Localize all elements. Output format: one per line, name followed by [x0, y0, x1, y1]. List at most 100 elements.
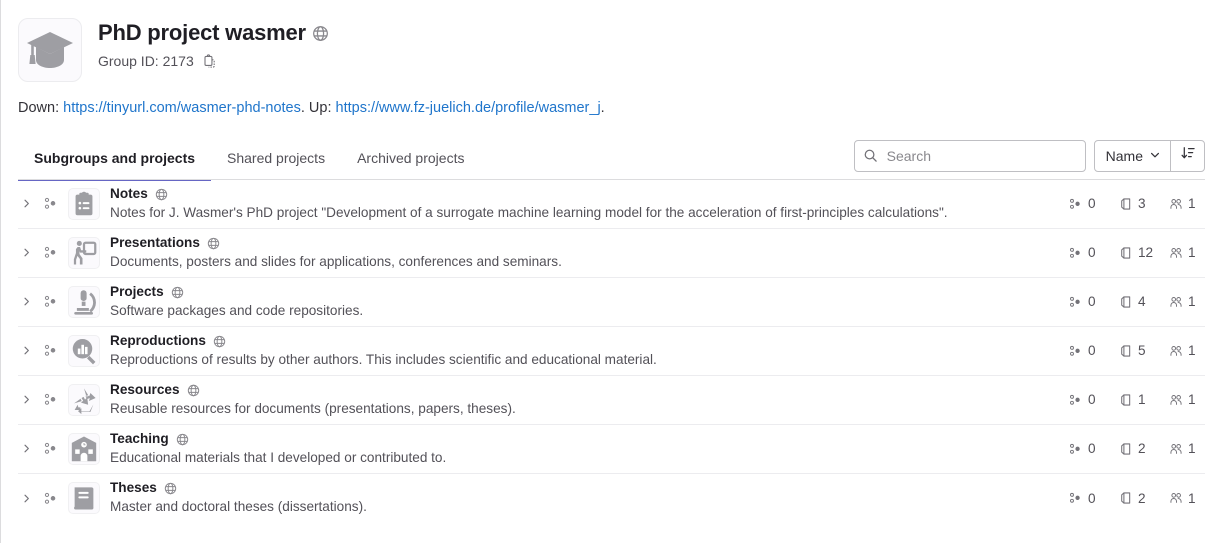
chevron-right-icon[interactable] — [18, 198, 34, 209]
sort-field-dropdown[interactable]: Name — [1095, 141, 1170, 171]
group-heading-block: PhD project wasmer Group ID: 2173 — [98, 16, 329, 69]
group-description-link-down[interactable]: https://tinyurl.com/wasmer-phd-notes — [63, 100, 301, 116]
sort-direction-button[interactable] — [1170, 140, 1204, 171]
group-description-suffix: . — [600, 100, 605, 116]
stat-members-value: 1 — [1188, 294, 1196, 310]
globe-icon — [207, 237, 220, 250]
row-title[interactable]: Teaching — [110, 431, 169, 448]
sort-control-group: Name — [1093, 139, 1205, 172]
table-row[interactable]: Notes Notes for J. Wasmer's PhD project … — [18, 180, 1205, 229]
subgroup-icon — [1069, 491, 1083, 505]
subgroup-icon — [1069, 246, 1083, 260]
group-nav-row: Subgroups and projects Shared projects A… — [0, 139, 1223, 181]
group-description-middle: . Up: — [300, 100, 336, 116]
subgroup-icon — [38, 245, 64, 260]
stat-subgroups: 0 — [1069, 343, 1105, 358]
chevron-right-icon[interactable] — [18, 345, 34, 356]
stat-members-value: 1 — [1188, 490, 1196, 506]
group-header: PhD project wasmer Group ID: 2173 — [0, 0, 1223, 82]
chevron-down-icon — [1149, 148, 1161, 164]
chevron-right-icon[interactable] — [18, 247, 34, 258]
row-description: Documents, posters and slides for applic… — [110, 253, 562, 269]
row-stats: 0 2 1 — [1069, 491, 1205, 506]
row-stats: 0 1 1 — [1069, 392, 1205, 407]
row-description: Reusable resources for documents (presen… — [110, 400, 516, 416]
list-controls: Name — [853, 139, 1205, 180]
row-title-line: Teaching — [110, 431, 1055, 448]
members-icon — [1169, 491, 1183, 505]
subgroup-icon — [38, 196, 64, 211]
table-row[interactable]: Theses Master and doctoral theses (disse… — [18, 474, 1205, 523]
stat-subgroups: 0 — [1069, 392, 1105, 407]
chevron-right-icon[interactable] — [18, 394, 34, 405]
chevron-right-icon[interactable] — [18, 443, 34, 454]
tab-shared-projects[interactable]: Shared projects — [211, 140, 341, 181]
stat-members: 1 — [1169, 491, 1205, 506]
group-id-row: Group ID: 2173 — [98, 53, 329, 69]
row-text: Teaching Educational materials that I de… — [110, 431, 1055, 467]
stat-projects-value: 2 — [1138, 490, 1146, 506]
subgroup-icon — [1069, 393, 1083, 407]
stat-members-value: 1 — [1188, 441, 1196, 457]
stat-members: 1 — [1169, 245, 1205, 260]
row-title-line: Presentations — [110, 235, 1055, 252]
row-title-line: Projects — [110, 284, 1055, 301]
table-row[interactable]: Teaching Educational materials that I de… — [18, 425, 1205, 474]
globe-icon — [164, 482, 177, 495]
tabs-underline — [18, 178, 1205, 180]
stat-members-value: 1 — [1188, 196, 1196, 212]
stat-members: 1 — [1169, 343, 1205, 358]
stat-subgroups: 0 — [1069, 491, 1105, 506]
row-title[interactable]: Notes — [110, 186, 148, 203]
row-stats: 0 2 1 — [1069, 441, 1205, 456]
row-title[interactable]: Presentations — [110, 235, 200, 252]
group-description-link-up[interactable]: https://www.fz-juelich.de/profile/wasmer… — [336, 100, 601, 116]
subgroup-icon — [1069, 442, 1083, 456]
stat-subgroups-value: 0 — [1088, 343, 1096, 359]
stat-subgroups: 0 — [1069, 196, 1105, 211]
search-box[interactable] — [853, 139, 1086, 172]
row-title[interactable]: Projects — [110, 284, 164, 301]
row-text: Resources Reusable resources for documen… — [110, 382, 1055, 418]
table-row[interactable]: Reproductions Reproductions of results b… — [18, 327, 1205, 376]
row-title[interactable]: Resources — [110, 382, 180, 399]
clipboard-notes-icon — [68, 187, 100, 220]
stat-subgroups: 0 — [1069, 245, 1105, 260]
stat-projects-value: 3 — [1138, 196, 1146, 212]
table-row[interactable]: Presentations Documents, posters and sli… — [18, 229, 1205, 278]
tab-archived-projects[interactable]: Archived projects — [341, 140, 480, 181]
members-icon — [1169, 442, 1183, 456]
table-row[interactable]: Projects Software packages and code repo… — [18, 278, 1205, 327]
search-input[interactable] — [884, 146, 1077, 165]
row-text: Presentations Documents, posters and sli… — [110, 235, 1055, 271]
subgroup-icon — [38, 392, 64, 407]
members-icon — [1169, 295, 1183, 309]
page-left-border — [0, 0, 1, 543]
row-stats: 0 4 1 — [1069, 294, 1205, 309]
row-title[interactable]: Reproductions — [110, 333, 206, 350]
stat-projects-value: 12 — [1138, 245, 1154, 261]
project-icon — [1119, 442, 1133, 456]
tab-subgroups-and-projects[interactable]: Subgroups and projects — [18, 140, 212, 181]
group-page: PhD project wasmer Group ID: 2173 Down: … — [0, 0, 1223, 543]
stat-members: 1 — [1169, 441, 1205, 456]
stat-members: 1 — [1169, 392, 1205, 407]
presenter-board-icon — [68, 236, 100, 269]
chevron-right-icon[interactable] — [18, 493, 34, 504]
chevron-right-icon[interactable] — [18, 296, 34, 307]
row-text: Projects Software packages and code repo… — [110, 284, 1055, 320]
stat-subgroups: 0 — [1069, 441, 1105, 456]
clipboard-copy-icon[interactable] — [202, 54, 217, 69]
school-building-icon — [68, 432, 100, 465]
row-title[interactable]: Theses — [110, 480, 157, 497]
subgroup-icon — [38, 441, 64, 456]
globe-icon — [176, 433, 189, 446]
stat-subgroups-value: 0 — [1088, 294, 1096, 310]
project-icon — [1119, 197, 1133, 211]
microscope-icon — [68, 285, 100, 318]
globe-icon — [213, 335, 226, 348]
row-text: Reproductions Reproductions of results b… — [110, 333, 1055, 369]
members-icon — [1169, 393, 1183, 407]
stat-projects-value: 2 — [1138, 441, 1146, 457]
table-row[interactable]: Resources Reusable resources for documen… — [18, 376, 1205, 425]
